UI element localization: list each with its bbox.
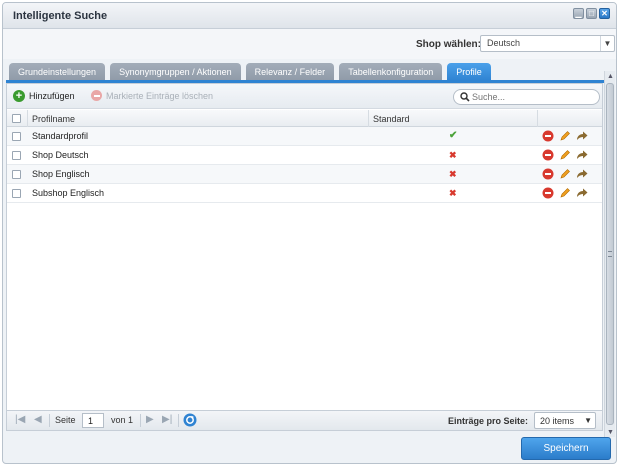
add-button-label: Hinzufügen (29, 91, 75, 101)
profiles-panel: + Hinzufügen Markierte Einträge löschen … (6, 83, 603, 411)
first-page-icon[interactable]: |◀ (15, 414, 25, 425)
row-actions (542, 149, 588, 161)
maximize-icon[interactable]: □ (586, 8, 597, 19)
scroll-up-icon[interactable]: ▲ (606, 71, 615, 81)
column-separator (537, 110, 538, 127)
forward-arrow-icon[interactable] (576, 149, 588, 161)
table-row[interactable]: Shop Englisch ✖ (7, 165, 602, 184)
pagination-bar: |◀ ◀ Seite von 1 ▶ ▶| Einträge pro Seite… (6, 411, 603, 431)
grid-toolbar: + Hinzufügen Markierte Einträge löschen (7, 84, 602, 109)
pencil-icon[interactable] (559, 130, 571, 142)
row-profile-name: Standardprofil (32, 131, 89, 141)
delete-icon[interactable] (542, 187, 554, 199)
pager-separator (140, 414, 141, 427)
row-profile-name: Shop Deutsch (32, 150, 89, 160)
add-icon: + (13, 90, 25, 102)
row-actions (542, 168, 588, 180)
add-button[interactable]: + Hinzufügen (13, 90, 75, 102)
row-profile-name: Shop Englisch (32, 169, 90, 179)
search-input[interactable] (472, 91, 592, 103)
pager-separator (178, 414, 179, 427)
close-icon[interactable]: ✕ (599, 8, 610, 19)
table-row[interactable]: Standardprofil ✔ (7, 127, 602, 146)
chevron-down-icon[interactable]: ▼ (584, 416, 592, 425)
vertical-scrollbar[interactable]: ▲ ▼ (604, 71, 615, 437)
per-page-label: Einträge pro Seite: (448, 416, 529, 426)
cross-icon: ✖ (449, 169, 457, 179)
window-titlebar[interactable]: Intelligente Suche ▁ □ ✕ (3, 3, 616, 29)
chevron-down-icon[interactable]: ▼ (600, 36, 614, 51)
shop-select-label: Shop wählen: (416, 39, 481, 50)
pencil-icon[interactable] (559, 168, 571, 180)
table-row[interactable]: Shop Deutsch ✖ (7, 146, 602, 165)
window: Intelligente Suche ▁ □ ✕ Shop wählen: De… (2, 2, 617, 464)
pencil-icon[interactable] (559, 149, 571, 161)
table-row[interactable]: Subshop Englisch ✖ (7, 184, 602, 203)
tab-grundeinstellungen[interactable]: Grundeinstellungen (9, 63, 106, 81)
last-page-icon[interactable]: ▶| (162, 414, 172, 425)
remove-icon (91, 90, 102, 101)
window-controls: ▁ □ ✕ (573, 8, 610, 19)
column-header-profilname[interactable]: Profilname (32, 114, 75, 124)
per-page-select[interactable]: 20 items ▼ (534, 412, 596, 429)
forward-arrow-icon[interactable] (576, 187, 588, 199)
pager-separator (49, 414, 50, 427)
tab-synonymgruppen[interactable]: Synonymgruppen / Aktionen (110, 63, 241, 81)
cross-icon: ✖ (449, 150, 457, 160)
forward-arrow-icon[interactable] (576, 168, 588, 180)
shop-select-value: Deutsch (487, 38, 521, 48)
column-separator (368, 110, 369, 127)
tab-relevanz[interactable]: Relevanz / Felder (245, 63, 335, 81)
column-separator (27, 110, 28, 127)
page-number-input[interactable] (82, 413, 104, 428)
row-checkbox[interactable] (12, 151, 21, 160)
checkmark-icon: ✔ (449, 130, 458, 141)
page-label: Seite (55, 415, 76, 425)
shop-select[interactable]: Deutsch ▼ (480, 35, 615, 52)
row-actions (542, 187, 588, 199)
previous-page-icon[interactable]: ◀ (34, 414, 42, 425)
window-title: Intelligente Suche (13, 10, 108, 22)
scroll-thumb[interactable] (606, 83, 614, 425)
forward-arrow-icon[interactable] (576, 130, 588, 142)
save-button[interactable]: Speichern (521, 437, 611, 460)
delete-selected-button[interactable]: Markierte Einträge löschen (91, 90, 213, 101)
column-header-standard[interactable]: Standard (373, 114, 410, 124)
row-checkbox[interactable] (12, 170, 21, 179)
delete-icon[interactable] (542, 149, 554, 161)
pencil-icon[interactable] (559, 187, 571, 199)
delete-icon[interactable] (542, 130, 554, 142)
per-page-value: 20 items (540, 416, 575, 426)
refresh-icon[interactable] (183, 413, 197, 427)
delete-icon[interactable] (542, 168, 554, 180)
grid-header: Profilname Standard (7, 110, 602, 127)
cross-icon: ✖ (449, 188, 457, 198)
row-profile-name: Subshop Englisch (32, 188, 105, 198)
row-actions (542, 130, 588, 142)
tab-tabellenkonfiguration[interactable]: Tabellenkonfiguration (339, 63, 443, 81)
tab-bar: Grundeinstellungen Synonymgruppen / Akti… (9, 63, 491, 81)
minimize-icon[interactable]: ▁ (573, 8, 584, 19)
next-page-icon[interactable]: ▶ (146, 414, 154, 425)
row-checkbox[interactable] (12, 132, 21, 141)
scroll-grip-icon (608, 251, 612, 257)
page-count-label: von 1 (111, 415, 134, 425)
shop-bar: Shop wählen: Deutsch ▼ (3, 29, 616, 59)
delete-selected-label: Markierte Einträge löschen (106, 90, 214, 101)
search-icon (460, 92, 470, 102)
tab-profile[interactable]: Profile (447, 63, 491, 81)
search-box[interactable] (453, 89, 600, 105)
row-checkbox[interactable] (12, 189, 21, 198)
select-all-checkbox[interactable] (12, 114, 21, 123)
scroll-down-icon[interactable]: ▼ (606, 427, 615, 437)
